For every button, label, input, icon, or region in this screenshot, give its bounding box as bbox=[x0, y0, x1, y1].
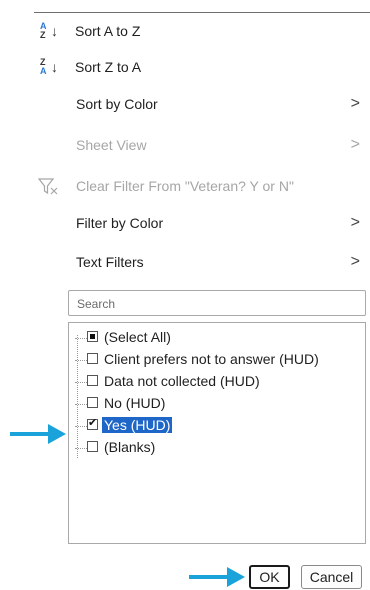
item-checkbox[interactable] bbox=[87, 353, 98, 364]
tree-connector-line bbox=[77, 335, 78, 458]
filter-by-color-label: Filter by Color bbox=[76, 215, 164, 231]
menu-item-sort-a-to-z[interactable]: AZ ↓ Sort A to Z bbox=[0, 16, 370, 48]
filter-values-list[interactable]: (Select All) Client prefers not to answe… bbox=[68, 322, 366, 544]
clear-filter-label: Clear Filter From "Veteran? Y or N" bbox=[76, 178, 294, 194]
item-checkbox[interactable] bbox=[87, 441, 98, 452]
menu-item-text-filters[interactable]: Text Filters > bbox=[0, 247, 370, 279]
pointer-arrow-icon bbox=[189, 567, 245, 587]
search-box bbox=[68, 290, 366, 316]
item-checkbox[interactable] bbox=[87, 416, 98, 430]
list-item-label: No (HUD) bbox=[104, 395, 166, 411]
list-item-label: (Blanks) bbox=[104, 439, 156, 455]
chevron-right-icon: > bbox=[350, 136, 360, 153]
menu-item-sort-by-color[interactable]: Sort by Color > bbox=[0, 89, 370, 121]
text-filters-label: Text Filters bbox=[76, 254, 144, 270]
item-checkbox[interactable] bbox=[87, 375, 98, 386]
select-all-checkbox[interactable] bbox=[87, 331, 98, 342]
sheet-view-label: Sheet View bbox=[76, 137, 147, 153]
cancel-button[interactable]: Cancel bbox=[301, 565, 362, 589]
list-item-label: (Select All) bbox=[104, 329, 171, 345]
menu-item-sheet-view: Sheet View > bbox=[0, 130, 370, 162]
sort-ascending-icon: AZ ↓ bbox=[40, 21, 58, 40]
chevron-right-icon: > bbox=[350, 253, 360, 270]
chevron-right-icon: > bbox=[350, 214, 360, 231]
search-input[interactable] bbox=[75, 292, 359, 316]
list-item-label: Client prefers not to answer (HUD) bbox=[104, 351, 319, 367]
sort-z-to-a-label: Sort Z to A bbox=[75, 59, 142, 75]
menu-item-clear-filter: Clear Filter From "Veteran? Y or N" bbox=[0, 171, 370, 203]
ok-button[interactable]: OK bbox=[249, 565, 290, 589]
chevron-right-icon: > bbox=[350, 95, 360, 112]
sort-a-to-z-label: Sort A to Z bbox=[75, 23, 141, 39]
sort-by-color-label: Sort by Color bbox=[76, 96, 158, 112]
pointer-arrow-icon bbox=[10, 424, 66, 444]
menu-item-filter-by-color[interactable]: Filter by Color > bbox=[0, 208, 370, 240]
list-item-label: Data not collected (HUD) bbox=[104, 373, 260, 389]
sort-descending-icon: ZA ↓ bbox=[40, 57, 58, 76]
menu-item-sort-z-to-a[interactable]: ZA ↓ Sort Z to A bbox=[0, 52, 370, 84]
menu-top-divider bbox=[34, 12, 370, 13]
item-checkbox[interactable] bbox=[87, 397, 98, 408]
list-item-label: Yes (HUD) bbox=[102, 417, 173, 433]
clear-filter-icon bbox=[37, 177, 60, 197]
